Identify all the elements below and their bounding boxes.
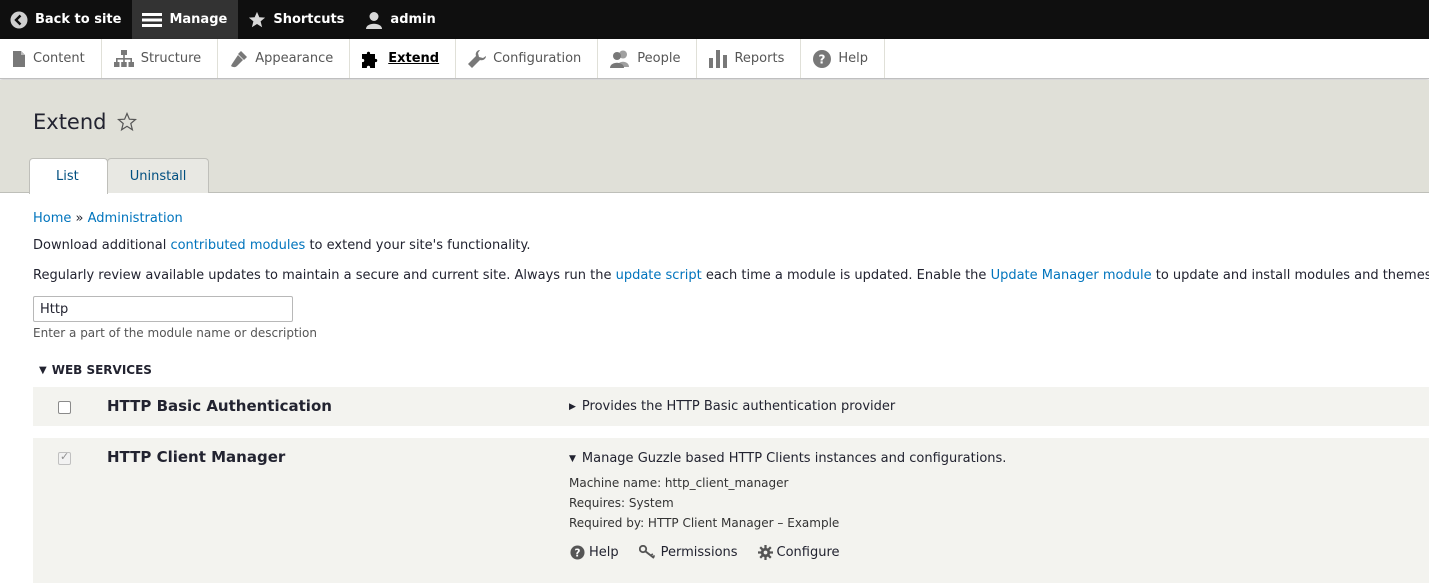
filter-description: Enter a part of the module name or descr…	[33, 326, 317, 340]
key-icon	[638, 545, 655, 559]
update-notice-part: each time a module is updated. Enable th…	[701, 268, 991, 283]
page-title-wrapper: Extend	[33, 110, 137, 134]
admin-toolbar: Back to site Manage Shortcuts admin	[0, 0, 1429, 39]
module-row: HTTP Client Manager ▼ Manage Guzzle base…	[33, 438, 1429, 583]
menu-item-configuration[interactable]: Configuration	[456, 39, 599, 78]
breadcrumb: Home » Administration	[33, 211, 183, 226]
menu-item-label: Appearance	[255, 51, 334, 66]
menu-item-label: Extend	[388, 51, 440, 66]
breadcrumb-home-link[interactable]: Home	[33, 211, 71, 226]
people-icon	[610, 50, 630, 68]
contributed-modules-link[interactable]: contributed modules	[170, 238, 305, 253]
module-description: Provides the HTTP Basic authentication p…	[581, 399, 896, 414]
help-icon: ?	[570, 545, 585, 560]
back-to-site-button[interactable]: Back to site	[0, 0, 132, 39]
menu-item-appearance[interactable]: Appearance	[218, 39, 351, 78]
menu-item-label: People	[637, 51, 681, 66]
requires: Requires: System	[569, 496, 674, 510]
hamburger-icon	[142, 12, 163, 27]
update-script-link[interactable]: update script	[616, 268, 702, 283]
intro-text-part: to extend your site's functionality.	[305, 238, 531, 253]
primary-tabs: List Uninstall	[29, 158, 210, 194]
machine-name: Machine name: http_client_manager	[569, 476, 789, 490]
menu-item-structure[interactable]: Structure	[102, 39, 219, 78]
required-by: Required by: HTTP Client Manager – Examp…	[569, 516, 840, 530]
wrench-icon	[468, 49, 487, 68]
svg-text:?: ?	[819, 52, 826, 66]
expanded-triangle-icon: ▼	[39, 364, 47, 376]
web-services-group-toggle[interactable]: ▼ WEB SERVICES	[39, 363, 152, 377]
help-link-label: Help	[589, 545, 619, 560]
intro-text-part: Download additional	[33, 238, 171, 253]
menu-item-label: Reports	[734, 51, 785, 66]
enable-checkbox[interactable]	[58, 401, 71, 414]
shortcuts-button[interactable]: Shortcuts	[238, 0, 355, 39]
page-title: Extend	[33, 110, 107, 134]
menu-item-people[interactable]: People	[598, 39, 698, 78]
shortcut-star-icon[interactable]	[116, 112, 137, 132]
page-header: Extend List Uninstall	[0, 80, 1429, 194]
help-link[interactable]: ? Help	[570, 545, 619, 560]
paintbrush-icon	[231, 50, 248, 67]
manage-label: Manage	[169, 12, 228, 27]
menu-item-help[interactable]: ? Help	[801, 39, 885, 78]
breadcrumb-separator: »	[75, 211, 84, 226]
user-icon	[366, 11, 383, 29]
update-notice: Regularly review available updates to ma…	[33, 268, 1429, 283]
bar-chart-icon	[709, 49, 728, 68]
manage-button[interactable]: Manage	[132, 0, 239, 39]
menu-item-label: Help	[838, 51, 868, 66]
permissions-link[interactable]: Permissions	[638, 545, 738, 560]
gear-icon	[757, 545, 773, 560]
user-button[interactable]: admin	[355, 0, 446, 39]
update-manager-link[interactable]: Update Manager module	[991, 268, 1152, 283]
menu-item-label: Content	[33, 51, 85, 66]
module-description-toggle[interactable]: ▼ Manage Guzzle based HTTP Clients insta…	[569, 451, 1006, 466]
update-notice-part: to update and install modules and themes…	[1151, 268, 1429, 283]
svg-text:?: ?	[575, 547, 581, 559]
group-title: WEB SERVICES	[51, 363, 152, 377]
sitemap-icon	[113, 49, 134, 67]
expanded-triangle-icon: ▼	[569, 453, 576, 464]
collapsed-triangle-icon: ▶	[569, 401, 576, 412]
module-links: ? Help Permissions Configure	[570, 545, 860, 560]
menu-item-content[interactable]: Content	[0, 39, 102, 78]
module-name: HTTP Client Manager	[107, 448, 286, 466]
menu-item-label: Structure	[140, 51, 202, 66]
help-icon: ?	[813, 49, 832, 68]
user-label: admin	[390, 12, 436, 27]
module-description: Manage Guzzle based HTTP Clients instanc…	[581, 451, 1007, 466]
update-notice-part: Regularly review available updates to ma…	[33, 268, 616, 283]
permissions-link-label: Permissions	[660, 545, 738, 560]
menu-item-label: Configuration	[493, 51, 582, 66]
star-icon	[249, 11, 266, 27]
breadcrumb-administration-link[interactable]: Administration	[88, 211, 183, 226]
intro-text: Download additional contributed modules …	[33, 238, 531, 253]
back-arrow-icon	[10, 11, 28, 28]
module-filter-input[interactable]	[33, 296, 293, 322]
menu-item-extend[interactable]: Extend	[350, 39, 457, 78]
shortcuts-label: Shortcuts	[273, 12, 345, 27]
configure-link-label: Configure	[776, 545, 840, 560]
tab-list[interactable]: List	[29, 158, 108, 194]
puzzle-icon	[362, 51, 378, 68]
back-to-site-label: Back to site	[35, 12, 122, 27]
module-row: HTTP Basic Authentication ▶ Provides the…	[33, 387, 1429, 426]
enabled-checkbox-disabled	[58, 450, 71, 465]
configure-link[interactable]: Configure	[757, 545, 840, 560]
file-icon	[13, 50, 25, 67]
tab-uninstall[interactable]: Uninstall	[106, 158, 210, 193]
admin-menu-tray: Content Structure Appearance Extend Conf…	[0, 39, 1429, 79]
menu-item-reports[interactable]: Reports	[697, 39, 802, 78]
module-description-toggle[interactable]: ▶ Provides the HTTP Basic authentication…	[569, 399, 895, 414]
module-name: HTTP Basic Authentication	[107, 397, 332, 415]
